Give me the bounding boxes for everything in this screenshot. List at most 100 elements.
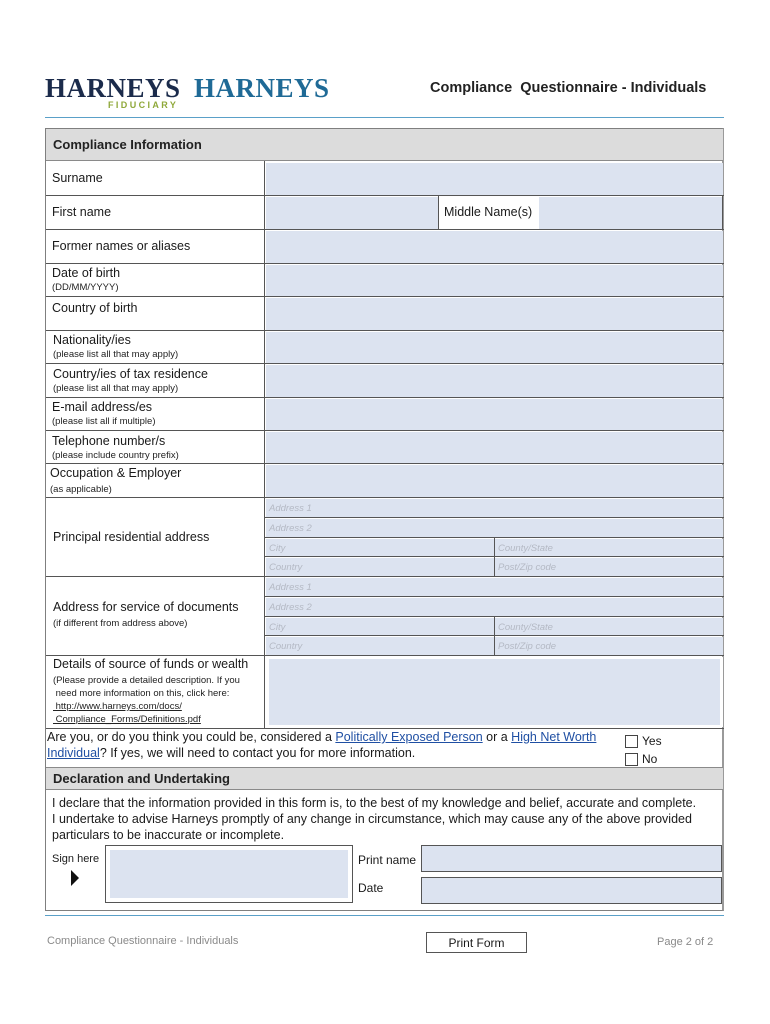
- footer-document-name: Compliance Questionnaire - Individuals: [47, 935, 239, 947]
- harneys-logo: HARNEYS: [194, 73, 330, 103]
- telephone-label: Telephone number/s (please include count…: [46, 434, 179, 462]
- pep-no-label: No: [642, 752, 658, 766]
- arrow-right-icon: [71, 870, 79, 886]
- fiduciary-logo-subtitle: FIDUCIARY: [108, 100, 179, 110]
- row-divider: [46, 397, 724, 398]
- source-funds-label-text: Details of source of funds or wealth: [53, 657, 249, 671]
- definitions-link-cont[interactable]: Compliance_Forms/Definitions.pdf: [53, 713, 248, 726]
- source-funds-hint-1: (Please provide a detailed description. …: [53, 675, 240, 686]
- res-country-input[interactable]: Country: [266, 558, 494, 576]
- section-heading-declaration: Declaration and Undertaking: [46, 767, 723, 790]
- row-divider: [265, 556, 724, 557]
- row-divider: [46, 655, 724, 656]
- svc-city-input[interactable]: City: [266, 618, 494, 635]
- footer-divider: [45, 915, 724, 916]
- header-divider: [45, 117, 724, 118]
- svc-county-input[interactable]: County/State: [495, 618, 723, 635]
- dob-input[interactable]: [266, 265, 723, 296]
- pep-text-after: ? If yes, we will need to contact you fo…: [99, 746, 416, 760]
- hnwi-link[interactable]: High Net Worth: [511, 730, 596, 744]
- signature-box[interactable]: [105, 845, 353, 903]
- occupation-hint: (as applicable): [50, 484, 112, 495]
- surname-input[interactable]: [266, 163, 723, 195]
- residential-address-label: Principal residential address: [53, 530, 210, 544]
- first-name-input[interactable]: [266, 197, 438, 229]
- svc-country-input[interactable]: Country: [266, 637, 494, 655]
- res-address1-input[interactable]: Address 1: [266, 499, 723, 517]
- tax-residence-label: Country/ies of tax residence (please lis…: [47, 367, 208, 395]
- date-input[interactable]: [421, 877, 722, 904]
- source-funds-input[interactable]: [269, 659, 720, 725]
- res-address2-input[interactable]: Address 2: [266, 519, 723, 537]
- tax-residence-input[interactable]: [266, 365, 723, 397]
- pep-text-before: Are you, or do you think you could be, c…: [47, 730, 336, 744]
- pep-yes-checkbox[interactable]: [625, 735, 638, 748]
- row-divider: [265, 635, 724, 636]
- svc-address2-input[interactable]: Address 2: [266, 598, 723, 616]
- harneys-fiduciary-logo: HARNEYS: [45, 73, 181, 103]
- nationality-input[interactable]: [266, 332, 723, 363]
- email-label: E-mail address/es (please list all if mu…: [46, 400, 155, 428]
- pep-question: Are you, or do you think you could be, c…: [47, 729, 612, 761]
- pep-yes-label: Yes: [642, 734, 662, 748]
- row-divider: [46, 463, 724, 464]
- tax-residence-hint: (please list all that may apply): [53, 383, 179, 394]
- source-funds-label: Details of source of funds or wealth (Pl…: [47, 657, 248, 726]
- column-divider: [264, 161, 265, 728]
- pep-no-checkbox[interactable]: [625, 753, 638, 766]
- email-hint: (please list all if multiple): [52, 416, 156, 427]
- declaration-line-2: I undertake to advise Harneys promptly o…: [52, 812, 692, 826]
- country-of-birth-label: Country of birth: [52, 301, 138, 315]
- occupation-label: Occupation & Employer (as applicable): [44, 466, 181, 496]
- row-divider: [265, 596, 724, 597]
- dob-hint: (DD/MM/YYYY): [52, 282, 119, 293]
- middle-names-input[interactable]: [539, 197, 722, 229]
- page-number: Page 2 of 2: [657, 936, 714, 948]
- date-label: Date: [358, 881, 384, 895]
- occupation-input[interactable]: [266, 465, 723, 497]
- column-divider: [722, 196, 723, 229]
- source-funds-hint-2: need more information on this, click her…: [53, 688, 230, 699]
- tax-residence-label-text: Country/ies of tax residence: [53, 367, 208, 381]
- telephone-hint: (please include country prefix): [52, 450, 179, 461]
- row-divider: [46, 229, 724, 230]
- nationality-label: Nationality/ies (please list all that ma…: [47, 333, 178, 361]
- former-names-label: Former names or aliases: [52, 239, 191, 253]
- section-heading-compliance: Compliance Information: [46, 129, 723, 161]
- nationality-label-text: Nationality/ies: [53, 333, 131, 347]
- print-name-label: Print name: [358, 853, 417, 867]
- email-input[interactable]: [266, 399, 723, 430]
- declaration-line-3: particulars to be inaccurate or incomple…: [52, 828, 285, 842]
- print-name-input[interactable]: [421, 845, 722, 872]
- service-address-hint: (if different from address above): [53, 618, 188, 629]
- country-of-birth-input[interactable]: [266, 298, 723, 330]
- res-county-input[interactable]: County/State: [495, 539, 723, 556]
- signature-field[interactable]: [110, 850, 348, 898]
- dob-label: Date of birth (DD/MM/YYYY): [46, 266, 120, 294]
- former-names-input[interactable]: [266, 231, 723, 263]
- row-divider: [46, 263, 724, 264]
- email-label-text: E-mail address/es: [52, 400, 153, 414]
- sign-here-label: Sign here: [52, 853, 100, 865]
- row-divider: [46, 296, 724, 297]
- declaration-text: I declare that the information provided …: [52, 795, 722, 843]
- occupation-label-text: Occupation & Employer: [50, 466, 182, 480]
- pep-link[interactable]: Politically Exposed Person: [335, 730, 482, 744]
- service-address-label-text: Address for service of documents: [53, 600, 239, 614]
- first-name-label: First name: [52, 205, 112, 219]
- svc-postcode-input[interactable]: Post/Zip code: [495, 637, 723, 655]
- dob-label-text: Date of birth: [52, 266, 121, 280]
- res-postcode-input[interactable]: Post/Zip code: [495, 558, 723, 576]
- res-city-input[interactable]: City: [266, 539, 494, 556]
- row-divider: [265, 517, 724, 518]
- row-divider: [46, 195, 724, 196]
- hnwi-link-cont[interactable]: Individual: [47, 746, 100, 760]
- svc-address1-input[interactable]: Address 1: [266, 578, 723, 596]
- document-title: Compliance Questionnaire - Individuals: [430, 80, 707, 96]
- telephone-input[interactable]: [266, 432, 723, 463]
- print-form-button[interactable]: Print Form: [426, 932, 527, 953]
- row-divider: [46, 330, 724, 331]
- definitions-link[interactable]: http://www.harneys.com/docs/: [53, 700, 248, 713]
- row-divider: [46, 497, 724, 498]
- row-divider: [46, 363, 724, 364]
